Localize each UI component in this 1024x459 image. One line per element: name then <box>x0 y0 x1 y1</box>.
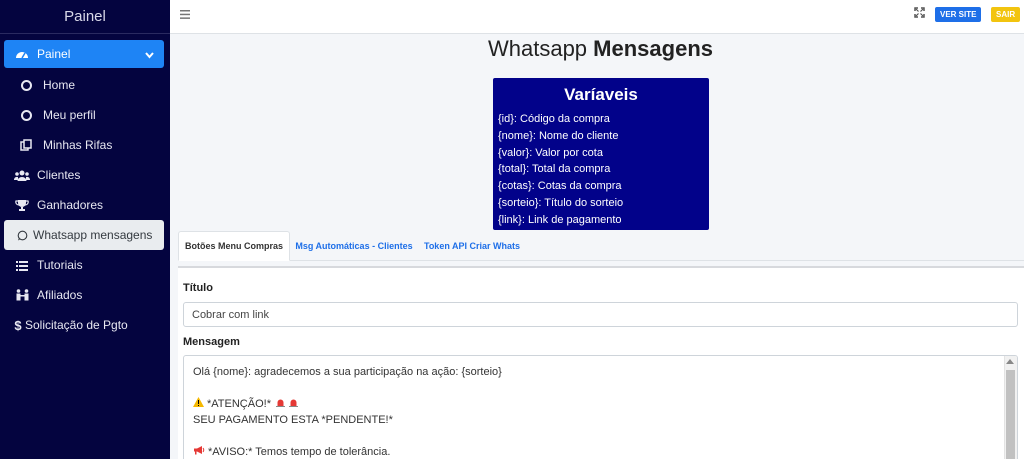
sair-button[interactable]: SAIR <box>991 7 1021 22</box>
sidebar-item-label: Minhas Rifas <box>43 138 113 152</box>
message-line: Olá {nome}: agradecemos a sua participaç… <box>193 366 502 378</box>
circle-icon <box>18 79 34 91</box>
sidebar-item-minhas-rifas[interactable]: Minhas Rifas <box>4 130 164 160</box>
message-textarea[interactable]: Olá {nome}: agradecemos a sua participaç… <box>183 355 1018 459</box>
siren-icon <box>275 396 285 412</box>
variables-title: Varíaveis <box>564 85 638 104</box>
variable-line: {sorteio}: Título do sorteio <box>498 196 624 209</box>
hamburger-menu-icon[interactable] <box>180 6 190 22</box>
sidebar-item-label: Painel <box>37 47 71 61</box>
copy-icon <box>18 139 34 151</box>
page-title: Whatsapp Mensagens <box>170 36 1024 62</box>
list-icon <box>14 260 30 271</box>
dollar-icon: $ <box>14 317 22 333</box>
users-icon <box>14 170 30 181</box>
megaphone-icon <box>193 444 205 459</box>
topbar: VER SITE SAIR <box>170 0 1024 34</box>
variable-line: {id}: Código da compra <box>498 113 610 125</box>
title-label: Título <box>183 282 213 294</box>
scroll-up-icon[interactable] <box>1006 359 1014 364</box>
sidebar-item-meu-perfil[interactable]: Meu perfil <box>4 100 164 130</box>
tab-msg-automaticas-clientes[interactable]: Msg Automáticas - Clientes <box>294 231 414 261</box>
sidebar-item-clientes[interactable]: Clientes <box>4 160 164 190</box>
sidebar-item-label: Ganhadores <box>37 198 104 212</box>
message-line-text: *AVISO:* Temos tempo de tolerância. <box>208 446 391 458</box>
sidebar-item-label: Whatsapp mensagens <box>33 228 153 242</box>
message-line <box>193 380 502 396</box>
sidebar-item-tutoriais[interactable]: Tutoriais <box>4 250 164 280</box>
dashboard-icon <box>14 48 30 60</box>
message-line: SEU PAGAMENTO ESTA *PENDENTE!* <box>193 414 393 426</box>
message-line-aviso: *AVISO:* Temos tempo de tolerância. <box>193 444 502 459</box>
sidebar-item-label: Clientes <box>37 168 81 182</box>
sidebar-item-home[interactable]: Home <box>4 70 164 100</box>
title-input[interactable]: Cobrar com link <box>183 302 1018 327</box>
page-title-bold: Mensagens <box>593 36 713 61</box>
sidebar: Painel Painel Home Meu perfil Minhas Rif… <box>0 0 170 459</box>
page-title-regular: Whatsapp <box>487 36 588 61</box>
variable-line: {valor}: Valor por cota <box>498 146 603 159</box>
sidebar-item-label: Tutoriais <box>37 258 83 272</box>
fullscreen-icon[interactable] <box>914 6 925 21</box>
whatsapp-icon <box>14 230 30 241</box>
scrollbar-thumb[interactable] <box>1006 370 1015 459</box>
sidebar-item-ganhadores[interactable]: Ganhadores <box>4 190 164 220</box>
circle-icon <box>18 109 34 121</box>
siren-icon <box>288 396 298 412</box>
variable-line: {cotas}: Cotas da compra <box>498 180 622 193</box>
warning-icon <box>193 396 204 412</box>
sidebar-item-painel[interactable]: Painel <box>4 40 164 68</box>
ver-site-button[interactable]: VER SITE <box>935 7 982 22</box>
trophy-icon <box>14 199 30 212</box>
message-line-warning: *ATENÇÃO!* <box>193 396 502 412</box>
tab-bar: Botões Menu Compras Msg Automáticas - Cl… <box>178 231 1024 261</box>
tab-token-api-criar-whats[interactable]: Token API Criar Whats <box>421 231 523 261</box>
message-line-text: *ATENÇÃO!* <box>207 398 271 410</box>
variable-line: {total}: Total da compra <box>498 163 611 176</box>
variable-line: {link}: Link de pagamento <box>498 213 622 226</box>
tab-botoes-menu-compras[interactable]: Botões Menu Compras <box>178 231 290 261</box>
sidebar-brand[interactable]: Painel <box>0 0 170 34</box>
message-form: Título Cobrar com link Mensagem Olá {nom… <box>178 266 1024 459</box>
variable-line: {nome}: Nome do cliente <box>498 129 619 142</box>
sidebar-nav: Painel Home Meu perfil Minhas Rifas Clie… <box>0 34 170 340</box>
variables-box: Varíaveis {id}: Código da compra {nome}:… <box>493 78 709 230</box>
sidebar-item-solicitacao-pgto[interactable]: $ Solicitação de Pgto <box>4 310 164 340</box>
sidebar-item-whatsapp-mensagens[interactable]: Whatsapp mensagens <box>4 220 164 250</box>
message-line <box>193 428 502 444</box>
sidebar-item-afiliados[interactable]: Afiliados <box>4 280 164 310</box>
message-label: Mensagem <box>183 336 240 348</box>
sidebar-item-label: Meu perfil <box>43 108 96 122</box>
people-icon <box>14 289 30 301</box>
sidebar-item-label: Afiliados <box>37 288 83 302</box>
textarea-scrollbar[interactable] <box>1004 356 1017 459</box>
sidebar-item-label: Solicitação de Pgto <box>25 318 128 332</box>
chevron-down-icon <box>145 48 154 62</box>
sidebar-item-label: Home <box>43 78 76 92</box>
